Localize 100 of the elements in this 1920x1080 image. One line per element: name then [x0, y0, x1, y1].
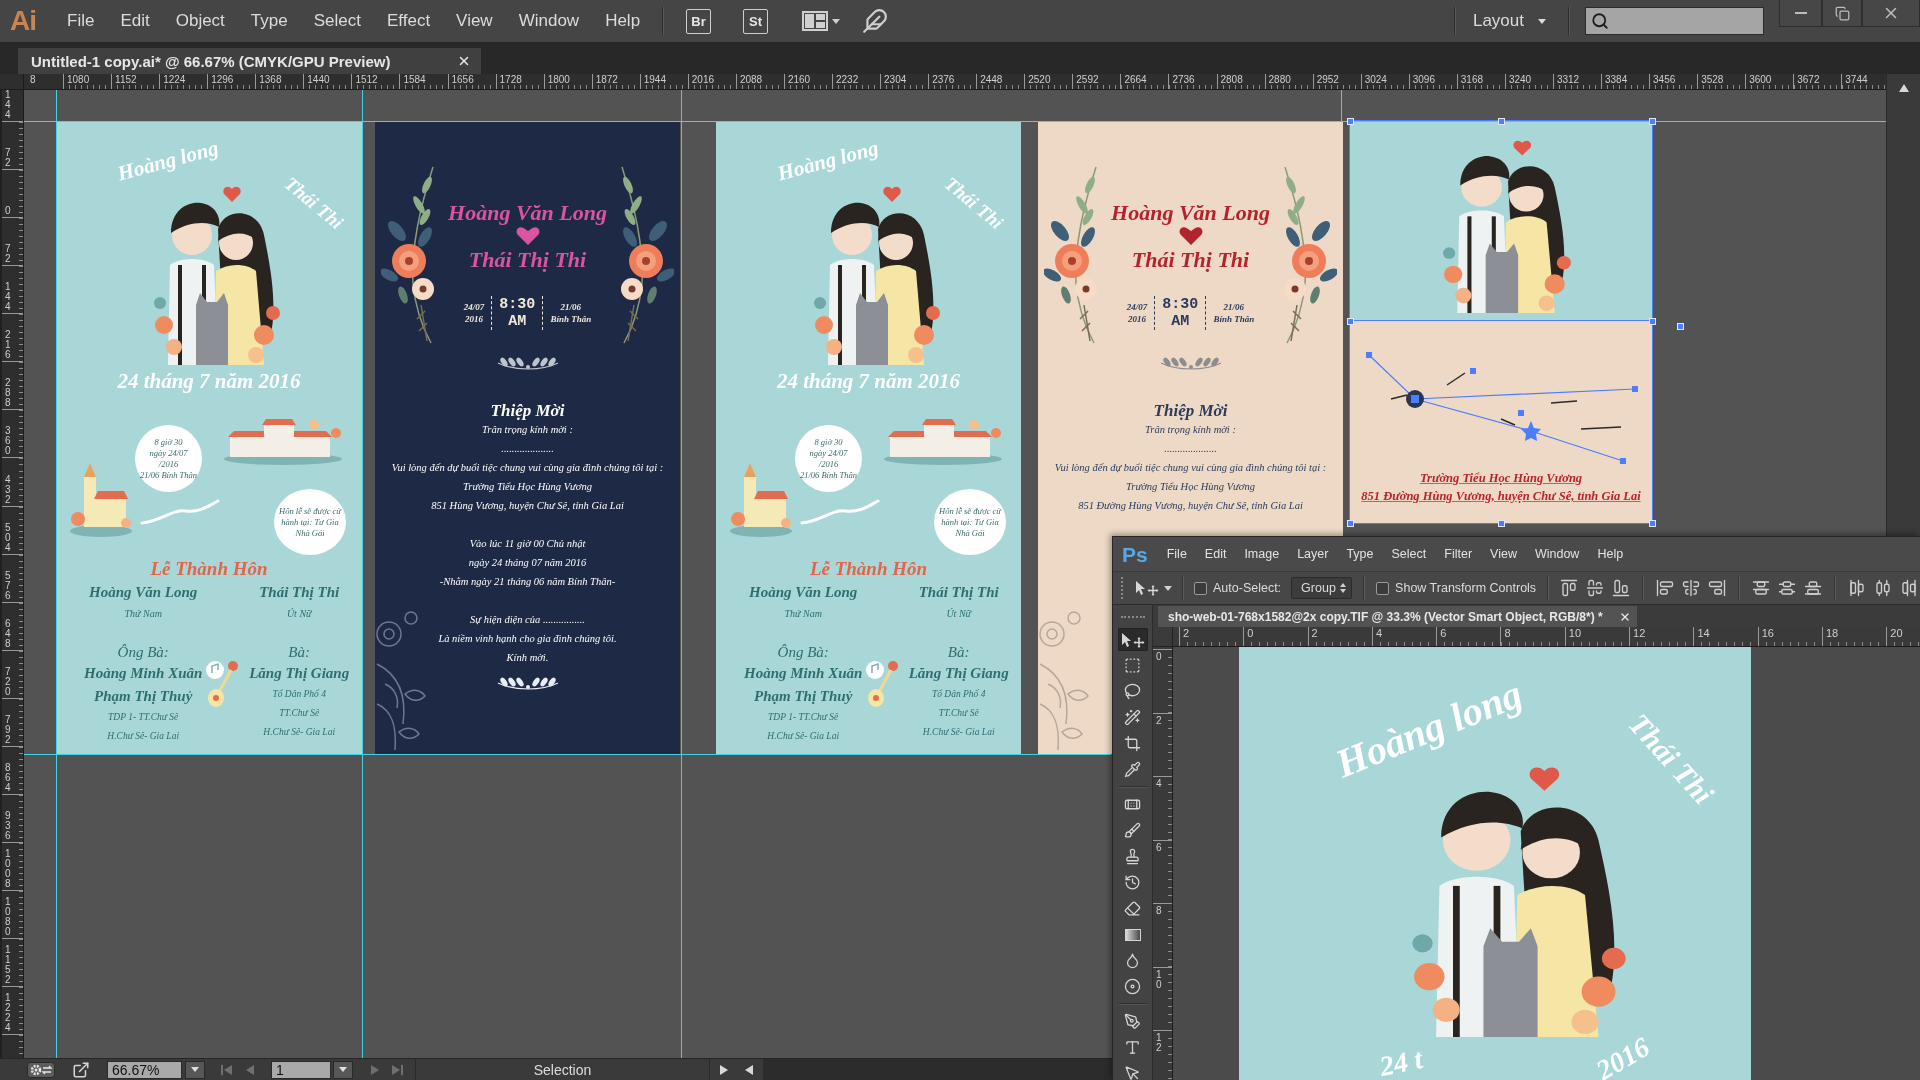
- heart-icon: [1178, 227, 1203, 245]
- align-bottom-edges-icon[interactable]: [1612, 579, 1631, 597]
- ruler-label: 144: [5, 282, 11, 313]
- align-left-edges-icon[interactable]: [1656, 579, 1675, 597]
- ruler-label: 504: [5, 522, 11, 553]
- selection-handle[interactable]: [1648, 317, 1656, 325]
- distribute-left-edges-icon[interactable]: [1848, 579, 1867, 597]
- caret-icon[interactable]: [1164, 585, 1172, 591]
- status-menu-icon[interactable]: [720, 1064, 728, 1075]
- ruler-label: 8: [1504, 627, 1511, 639]
- menu-item[interactable]: View: [1481, 547, 1526, 561]
- invitation-text: Sự hiện diện của ................: [470, 613, 585, 627]
- menu-item[interactable]: Layer: [1288, 547, 1338, 561]
- eyedropper-icon: [1124, 761, 1141, 778]
- workspace-switcher[interactable]: Layout: [1472, 11, 1546, 31]
- feather-icon[interactable]: [862, 8, 889, 34]
- scroll-up-icon[interactable]: [1898, 84, 1909, 92]
- menu-item[interactable]: Object: [162, 11, 238, 31]
- family-role: Út Nữ: [946, 608, 971, 620]
- zoom-field[interactable]: 66.67%: [107, 1060, 182, 1079]
- minimize-button[interactable]: [1779, 0, 1822, 27]
- menu-item[interactable]: Effect: [373, 11, 444, 31]
- menu-item[interactable]: Select: [300, 11, 374, 31]
- menu-item[interactable]: Help: [1588, 547, 1633, 561]
- name-lettering: Hoàng long: [1330, 673, 1528, 785]
- selection-handle[interactable]: [1497, 519, 1505, 527]
- scroll-left-icon[interactable]: [745, 1064, 753, 1075]
- panel-layout-icon[interactable]: [802, 11, 829, 31]
- menu-item[interactable]: File: [1157, 547, 1196, 561]
- selection-handle[interactable]: [1346, 317, 1354, 325]
- menu-item[interactable]: Image: [1235, 547, 1289, 561]
- menu-item[interactable]: Edit: [1195, 547, 1236, 561]
- menu-item[interactable]: Type: [237, 11, 301, 31]
- bridge-button[interactable]: Br: [686, 8, 712, 34]
- vertical-scrollbar[interactable]: [1886, 74, 1920, 536]
- document-tab[interactable]: sho-web-01-768x1582@2x copy.TIF @ 33.3% (Vector Smart Object, RGB/8*) *: [1158, 606, 1637, 627]
- selection-handle[interactable]: [1497, 117, 1505, 125]
- align-vertical-centers-icon[interactable]: [1586, 579, 1605, 597]
- document-tab[interactable]: Untitled-1 copy.ai* @ 66.67% (CMYK/GPU Preview): [18, 48, 481, 74]
- menu-item[interactable]: Type: [1337, 547, 1383, 561]
- ruler-label: 2664: [1124, 74, 1147, 86]
- menu-item[interactable]: Window: [1525, 547, 1589, 561]
- lunar-date-text: Bính Thân: [1213, 313, 1255, 325]
- stock-button[interactable]: St: [743, 8, 769, 34]
- ruler-label: 12: [1633, 627, 1646, 639]
- selection-handle[interactable]: [1648, 519, 1656, 527]
- groom-name: Hoàng Văn Long: [1111, 199, 1270, 227]
- gear-arrows-icon[interactable]: [27, 1061, 55, 1078]
- invitation-text: 851 Đường Hùng Vương, huyện Chư Sê, tỉnh Gia Lai: [1078, 499, 1303, 513]
- menu-item[interactable]: File: [54, 11, 108, 31]
- menu-item[interactable]: Help: [592, 11, 654, 31]
- menu-item[interactable]: Edit: [107, 11, 163, 31]
- selection-handle[interactable]: [1346, 117, 1354, 125]
- restore-button[interactable]: [1822, 0, 1862, 27]
- ruler-label: 2376: [932, 74, 955, 86]
- tool-button[interactable]: [1117, 628, 1148, 651]
- distribute-right-edges-icon[interactable]: [1900, 579, 1919, 597]
- ruler-label: 2808: [1220, 74, 1243, 86]
- menu-item[interactable]: View: [443, 11, 506, 31]
- ruler-label: 2: [1183, 627, 1190, 639]
- close-icon[interactable]: [457, 54, 471, 68]
- page-field[interactable]: 1: [271, 1060, 331, 1079]
- map-address-text: Trường Tiểu Học Hùng Vương: [1419, 470, 1583, 487]
- group-dropdown[interactable]: Group: [1291, 577, 1353, 599]
- close-button[interactable]: [1862, 0, 1920, 27]
- align-top-edges-icon[interactable]: [1560, 579, 1579, 597]
- distribute-bottom-edges-icon[interactable]: [1804, 579, 1823, 597]
- eraser-icon: [1124, 900, 1141, 917]
- caret-icon[interactable]: [832, 18, 841, 24]
- menu-item[interactable]: Filter: [1435, 547, 1482, 561]
- ruler-label: 720: [5, 666, 11, 697]
- heart-icon: [515, 227, 540, 245]
- distribute-top-edges-icon[interactable]: [1752, 579, 1771, 597]
- caret-icon: [339, 1067, 347, 1072]
- ruler-label: 2592: [1076, 74, 1099, 86]
- selection-handle[interactable]: [1676, 322, 1684, 330]
- menu-item[interactable]: Window: [505, 11, 593, 31]
- lunar-date-text: 21/06: [560, 301, 581, 313]
- page-dropdown-button[interactable]: [333, 1060, 353, 1079]
- arrow-cross-icon[interactable]: [1135, 580, 1159, 596]
- export-icon[interactable]: [72, 1060, 90, 1079]
- zoom-dropdown-button[interactable]: [185, 1060, 205, 1079]
- distribute-vertical-centers-icon[interactable]: [1778, 579, 1797, 597]
- distribute-horizontal-centers-icon[interactable]: [1874, 579, 1893, 597]
- align-horizontal-centers-icon[interactable]: [1682, 579, 1701, 597]
- ruler-label: 3096: [1412, 74, 1435, 86]
- bubble-text: 8 giờ 30 ngày 24/07 /2016 21/06 Bính Thân: [139, 436, 198, 481]
- align-right-edges-icon[interactable]: [1708, 579, 1727, 597]
- selection-handle[interactable]: [1346, 519, 1354, 527]
- droplet-icon: [1124, 952, 1141, 969]
- menu-item[interactable]: Select: [1382, 547, 1436, 561]
- family-name: Hoàng Văn Long: [749, 583, 858, 602]
- checkbox[interactable]: [1194, 581, 1207, 595]
- selection-handle[interactable]: [1648, 117, 1656, 125]
- search-field[interactable]: [1585, 7, 1764, 35]
- ruler-label: 1224: [5, 993, 11, 1034]
- ruler-label: 1728: [499, 74, 522, 86]
- ruler-label: 3672: [1797, 74, 1820, 86]
- ruler-label: 4: [1156, 779, 1162, 789]
- checkbox[interactable]: [1376, 581, 1390, 595]
